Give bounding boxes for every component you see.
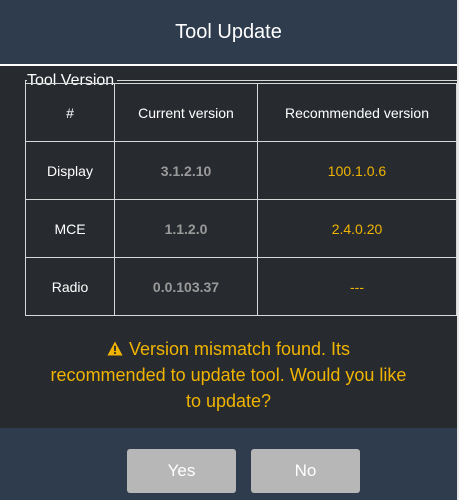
warning-triangle-icon — [107, 341, 123, 356]
dialog-title: Tool Update — [175, 20, 282, 43]
column-header-current-version: Current version — [114, 83, 258, 142]
recommended-version-cell: 2.4.0.20 — [257, 199, 457, 258]
warning-text-line-3: to update? — [185, 391, 272, 411]
yes-button[interactable]: Yes — [127, 449, 236, 493]
row-name: MCE — [25, 199, 115, 258]
row-name: Display — [25, 141, 115, 200]
current-version-cell: 0.0.103.37 — [114, 257, 258, 316]
dialog-footer: Yes No — [0, 428, 457, 500]
warning-message-line-1: Version mismatch found. Its — [0, 336, 457, 362]
version-table: # Current version Recommended version Di… — [25, 83, 457, 316]
warning-text-line-1: Version mismatch found. Its — [128, 339, 351, 359]
dialog-body: Tool Version # Current version Recommend… — [0, 66, 457, 426]
table-row: Radio 0.0.103.37 --- — [25, 257, 457, 316]
warning-message: Version mismatch found. Its recommended … — [0, 336, 457, 414]
current-version-cell: 1.1.2.0 — [114, 199, 258, 258]
column-header-recommended-version: Recommended version — [257, 83, 457, 142]
tool-update-dialog: Tool Update Tool Version # Current versi… — [0, 0, 459, 500]
row-name: Radio — [25, 257, 115, 316]
dialog-title-bar: Tool Update — [0, 0, 457, 66]
recommended-version-cell: 100.1.0.6 — [257, 141, 457, 200]
no-button[interactable]: No — [251, 449, 360, 493]
current-version-cell: 3.1.2.10 — [114, 141, 258, 200]
table-header-row: # Current version Recommended version — [25, 83, 457, 142]
column-header-number: # — [25, 83, 115, 142]
table-row: MCE 1.1.2.0 2.4.0.20 — [25, 199, 457, 258]
table-row: Display 3.1.2.10 100.1.0.6 — [25, 141, 457, 200]
recommended-version-cell: --- — [257, 257, 457, 316]
fieldset-border-top-right — [117, 80, 457, 81]
warning-text-line-2: recommended to update tool. Would you li… — [50, 365, 407, 385]
